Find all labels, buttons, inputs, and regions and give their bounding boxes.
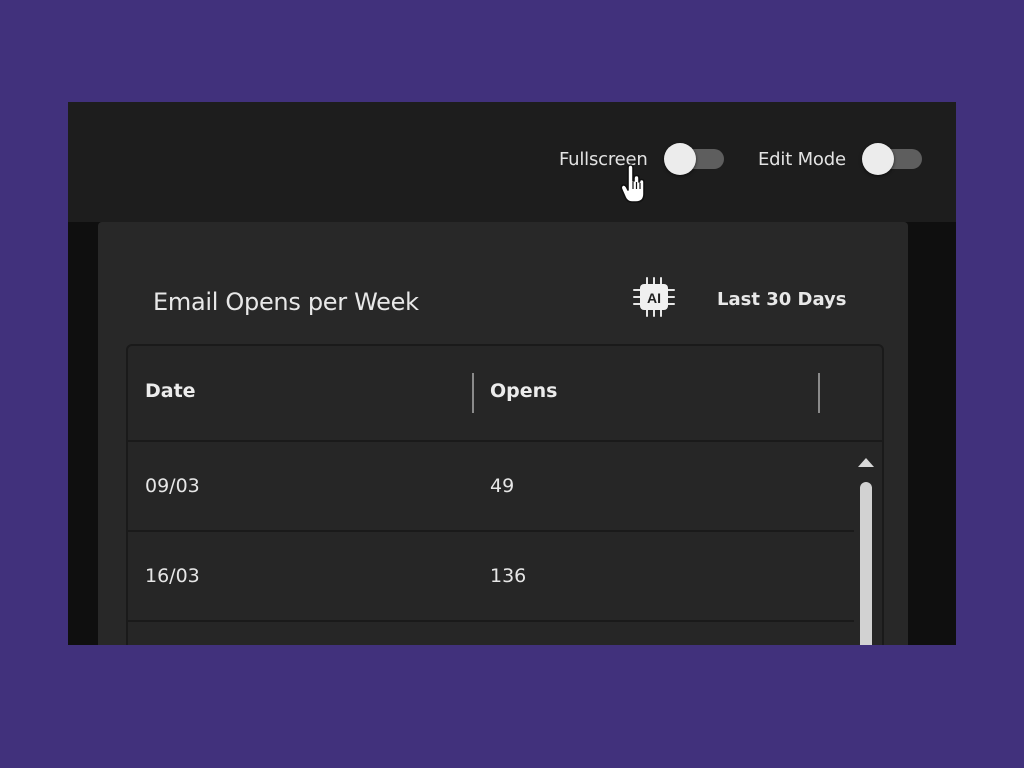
- table-row[interactable]: [128, 622, 854, 645]
- table-row[interactable]: 16/03 136: [128, 532, 854, 622]
- edit-mode-switch[interactable]: [861, 143, 922, 175]
- ai-badge-text: AI: [647, 290, 661, 306]
- cell-opens: 49: [490, 475, 515, 497]
- dashboard-window: Fullscreen Edit Mode Email Opens per Wee…: [68, 102, 956, 645]
- cell-date: 09/03: [145, 475, 200, 497]
- column-resize-handle[interactable]: [472, 373, 474, 413]
- column-resize-handle[interactable]: [818, 373, 820, 413]
- data-table: Date Opens 09/03 49 16/03 136: [126, 344, 884, 645]
- cell-opens: 136: [490, 565, 527, 587]
- column-header-opens[interactable]: Opens: [490, 380, 557, 402]
- edit-mode-switch-knob: [861, 143, 894, 175]
- edit-mode-toggle-group: Edit Mode: [758, 142, 922, 176]
- hand-pointer-cursor-icon: [620, 164, 645, 203]
- fullscreen-switch-knob: [663, 143, 696, 175]
- widget-panel: Email Opens per Week AI Last 30 Days Dat…: [98, 222, 908, 645]
- table-row[interactable]: 09/03 49: [128, 442, 854, 532]
- table-header: Date Opens: [128, 346, 882, 442]
- scrollbar-thumb[interactable]: [860, 482, 872, 645]
- cell-date: 16/03: [145, 565, 200, 587]
- column-header-date[interactable]: Date: [145, 380, 196, 402]
- ai-chip-icon[interactable]: AI: [632, 276, 676, 318]
- widget-title: Email Opens per Week: [153, 288, 419, 316]
- scroll-up-arrow-icon[interactable]: [858, 458, 874, 467]
- edit-mode-label: Edit Mode: [758, 148, 846, 170]
- top-toolbar: Fullscreen Edit Mode: [68, 102, 956, 222]
- date-range-selector[interactable]: Last 30 Days: [717, 289, 847, 310]
- fullscreen-switch[interactable]: [663, 143, 724, 175]
